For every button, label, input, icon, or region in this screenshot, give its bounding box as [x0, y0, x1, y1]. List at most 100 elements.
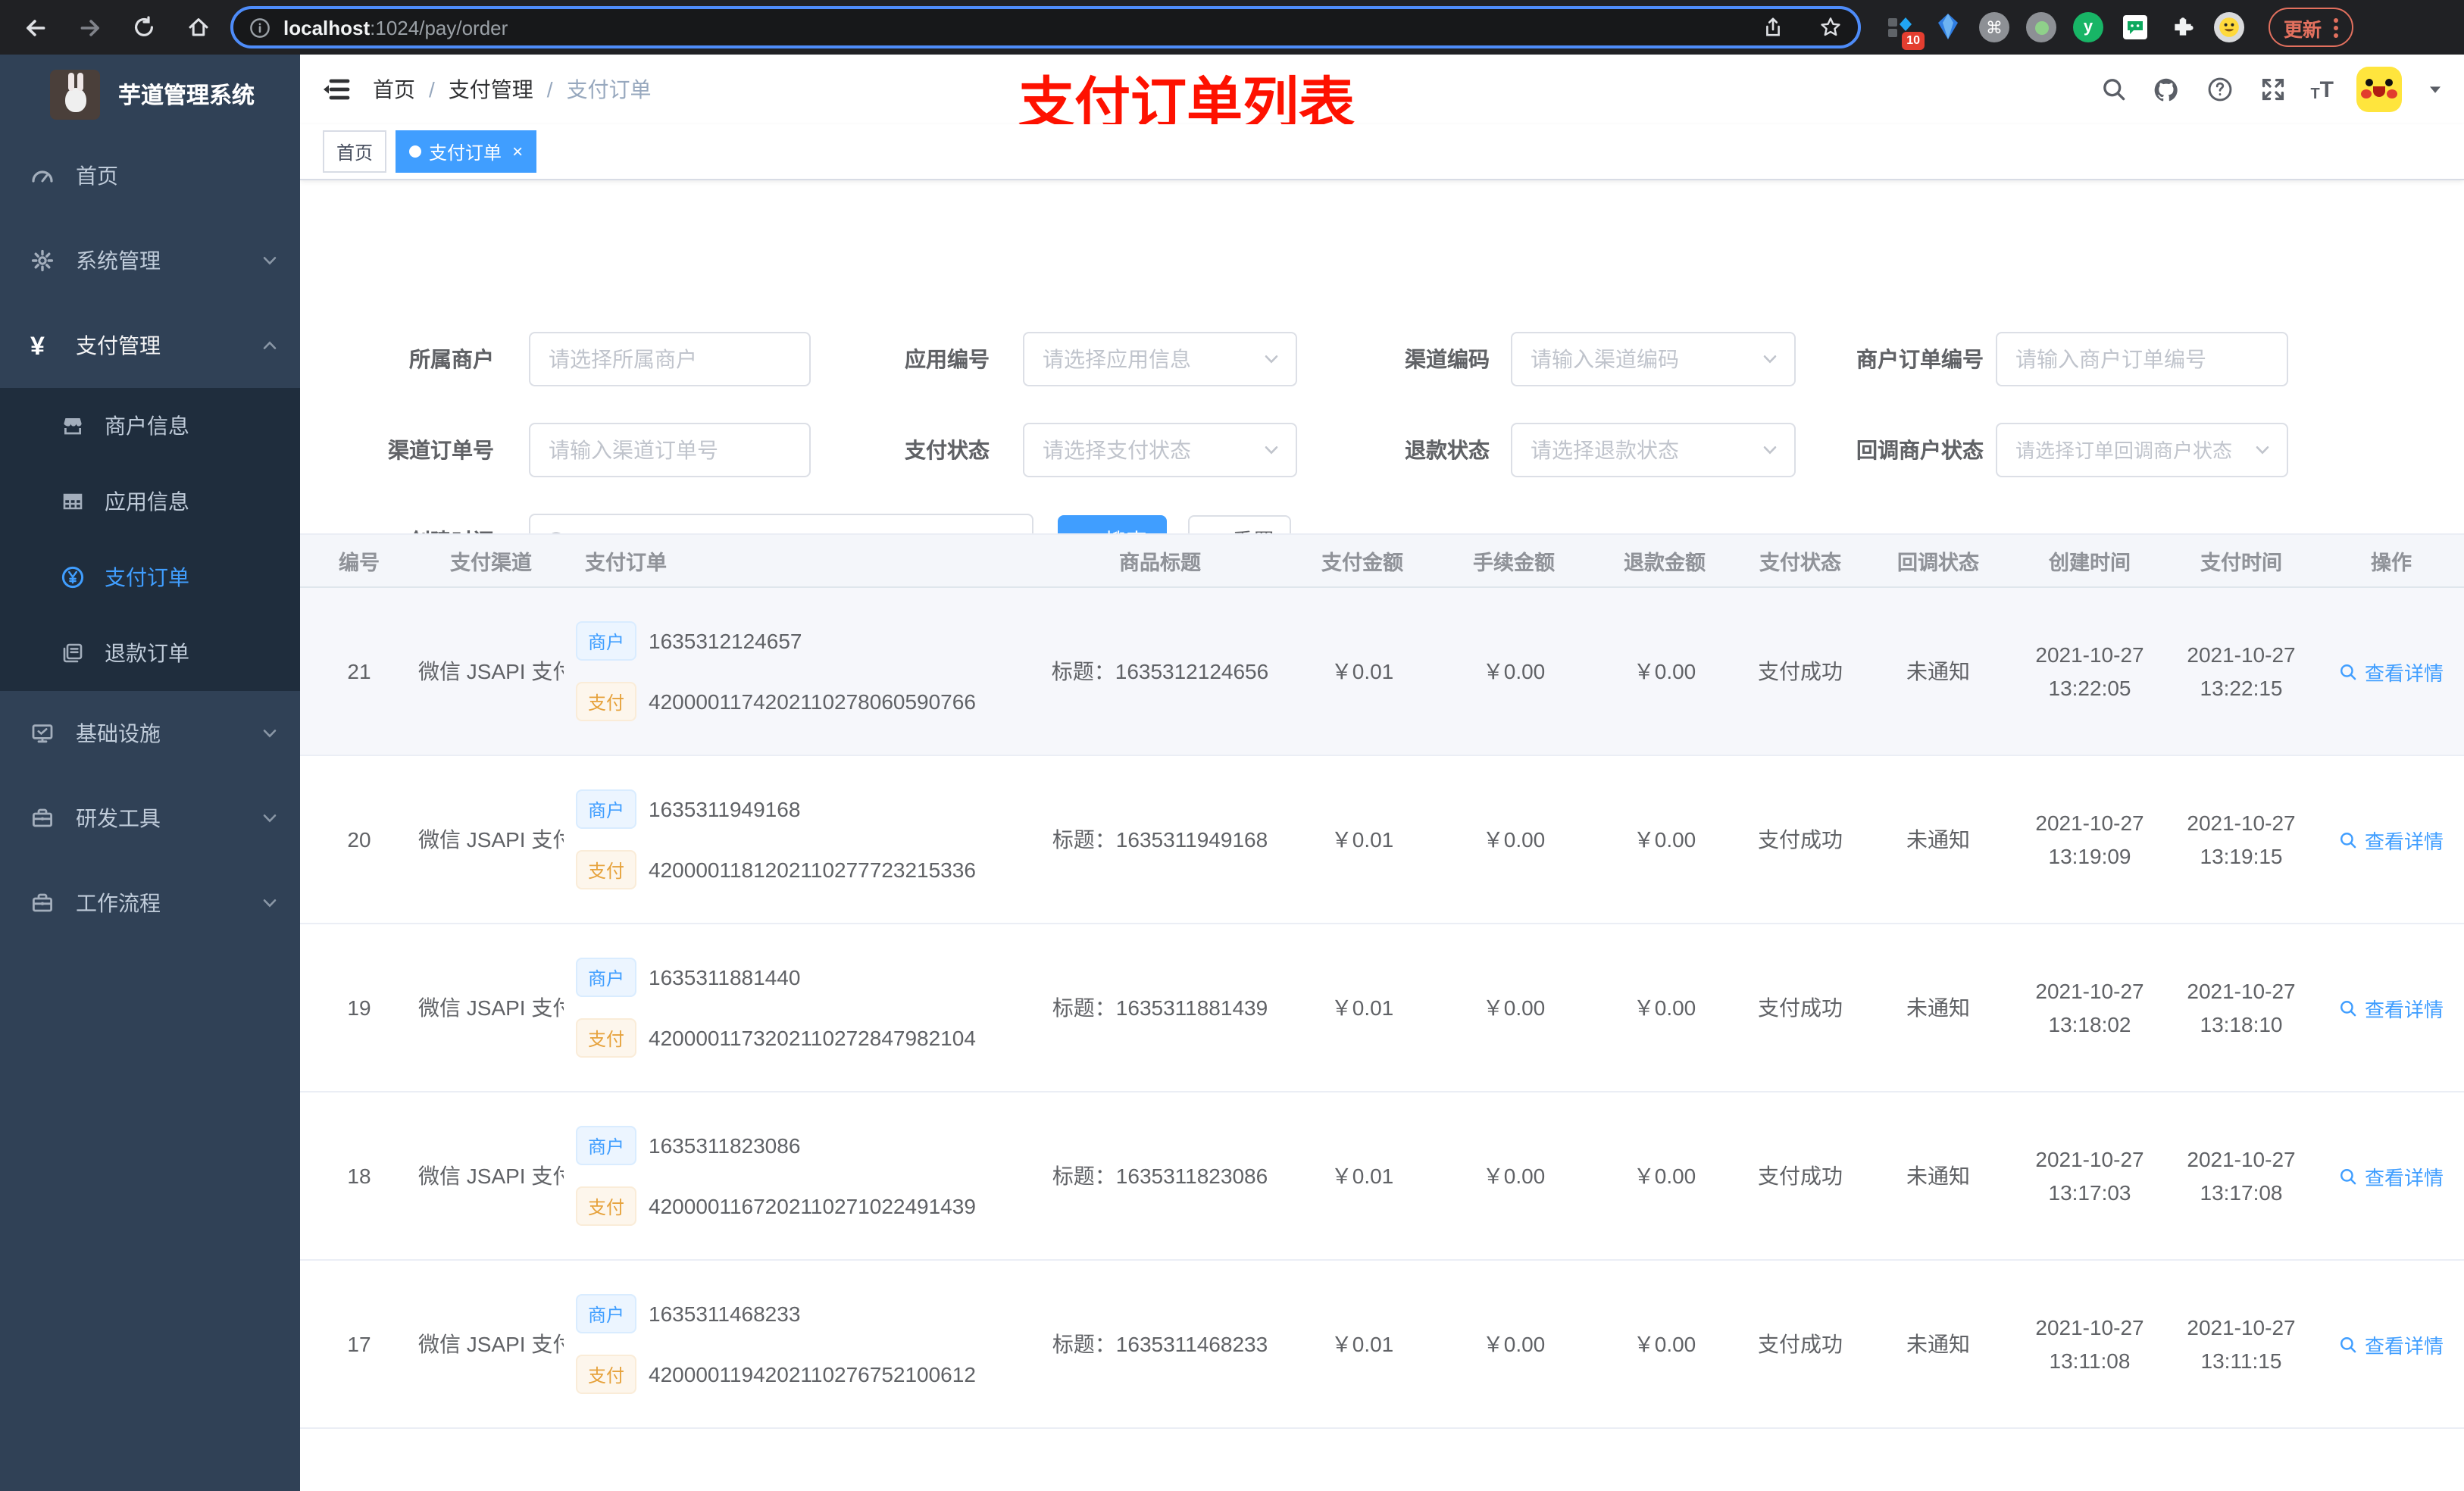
pay-status-select[interactable]: [1023, 423, 1297, 477]
bookmark-star-icon[interactable]: [1818, 15, 1843, 39]
header-search-icon[interactable]: [2098, 74, 2128, 105]
refund-status-input[interactable]: [1527, 436, 1761, 464]
tab-pay-order[interactable]: 支付订单 ×: [396, 130, 537, 173]
sidebar-item-payment[interactable]: ¥ 支付管理: [0, 303, 300, 388]
cell-title: 标题：1635311949168: [1052, 827, 1268, 852]
extension-y-icon[interactable]: y: [2073, 12, 2103, 42]
table-row[interactable]: 商户 1635311251726 支付: [300, 1429, 2464, 1491]
sidebar-item-home[interactable]: 首页: [0, 133, 300, 218]
breadcrumb-payment[interactable]: 支付管理: [449, 74, 533, 105]
extension-chat-icon[interactable]: [2120, 12, 2150, 42]
cell-notify-status: 未通知: [1906, 659, 1970, 683]
merchant-order-no: 1635311468233: [649, 1302, 801, 1326]
cell-actions: 查看详情: [2319, 657, 2464, 686]
extension-dot-icon[interactable]: [2026, 12, 2056, 42]
app-input[interactable]: [1040, 345, 1262, 373]
pay-order-line: 支付 4200001173202110272847982104: [576, 1018, 1033, 1058]
browser-menu-kebab-icon[interactable]: [2334, 17, 2339, 37]
breadcrumb-current: 支付订单: [566, 77, 652, 102]
logo-rabbit-avatar: [50, 69, 100, 119]
chevron-down-icon: [1262, 441, 1280, 459]
sidebar-item-app-info[interactable]: 应用信息: [0, 464, 300, 539]
merchant-order-line: 商户 1635311881440: [576, 958, 1033, 997]
extension-emoji-icon[interactable]: [2214, 12, 2244, 42]
channel-order-no-input[interactable]: [546, 436, 794, 464]
avatar-caret-icon[interactable]: [2428, 82, 2443, 97]
col-paid: 支付时间: [2200, 552, 2282, 574]
help-icon[interactable]: [2204, 74, 2234, 105]
gear-icon: [30, 248, 55, 273]
share-icon[interactable]: [1761, 15, 1785, 39]
channel-order-no-field[interactable]: [529, 423, 811, 477]
cell-fee: ￥0.00: [1482, 1332, 1546, 1356]
screen: localhost:1024/pay/order 10 ⌘ y 更新 芋道管理系…: [0, 0, 2464, 1491]
table-row[interactable]: 19 微信 JSAPI 支付 商户 1635311881440 支付 42000…: [300, 924, 2464, 1092]
cell-pay-order: 商户 1635311881440 支付 42000011732021102728…: [564, 958, 1033, 1058]
view-detail-link[interactable]: 查看详情: [2339, 825, 2444, 854]
browser-forward-icon[interactable]: [67, 5, 112, 50]
extension-command-icon[interactable]: ⌘: [1979, 12, 2009, 42]
tab-home[interactable]: 首页: [323, 130, 387, 173]
extensions-puzzle-icon[interactable]: [2167, 12, 2197, 42]
fullscreen-icon[interactable]: [2257, 74, 2287, 105]
user-avatar[interactable]: [2356, 67, 2402, 112]
sidebar-item-system[interactable]: 系统管理: [0, 218, 300, 303]
sidebar-item-workflow[interactable]: 工作流程: [0, 861, 300, 946]
breadcrumb-home[interactable]: 首页: [373, 74, 415, 105]
pay-order-no: 4200001181202110277723215336: [649, 858, 976, 882]
table-row[interactable]: 18 微信 JSAPI 支付 商户 1635311823086 支付 42000…: [300, 1092, 2464, 1261]
browser-back-icon[interactable]: [12, 5, 58, 50]
view-detail-link[interactable]: 查看详情: [2339, 993, 2444, 1022]
sidebar-item-refund-order[interactable]: 退款订单: [0, 615, 300, 691]
browser-reload-icon[interactable]: [121, 5, 167, 50]
merchant-order-no-field[interactable]: [1996, 332, 2288, 386]
site-info-icon[interactable]: [249, 16, 271, 39]
cell-pay-status: 支付成功: [1758, 659, 1843, 683]
merchant-order-no-input[interactable]: [2012, 345, 2272, 373]
channel-code-select[interactable]: [1511, 332, 1796, 386]
cell-channel: 微信 JSAPI 支付: [418, 1164, 564, 1188]
payment-submenu: 商户信息 应用信息 支付订单 退款订单: [0, 388, 300, 691]
sidebar-item-infrastructure[interactable]: 基础设施: [0, 691, 300, 776]
channel-code-input[interactable]: [1527, 345, 1761, 373]
table-row[interactable]: 20 微信 JSAPI 支付 商户 1635311949168 支付 42000…: [300, 756, 2464, 924]
sidebar-item-pay-order[interactable]: 支付订单: [0, 539, 300, 615]
main-content: 首页 / 支付管理 / 支付订单 支付订单列表 TT 首页 支付订单 × 所属商…: [300, 55, 2464, 1491]
chevron-down-icon: [2253, 441, 2272, 459]
merchant-input[interactable]: [546, 345, 794, 373]
cell-channel: 微信 JSAPI 支付: [418, 827, 564, 852]
sidebar-item-dev-tools[interactable]: 研发工具: [0, 776, 300, 861]
view-detail-link[interactable]: 查看详情: [2339, 657, 2444, 686]
cell-fee: ￥0.00: [1482, 659, 1546, 683]
refund-status-select[interactable]: [1511, 423, 1796, 477]
update-button[interactable]: 更新: [2269, 8, 2354, 47]
browser-chrome: localhost:1024/pay/order 10 ⌘ y 更新: [0, 0, 2464, 55]
app-logo[interactable]: 芋道管理系统: [0, 55, 300, 133]
store-icon: [61, 414, 85, 438]
breadcrumb: 首页 / 支付管理 / 支付订单: [373, 74, 652, 105]
monitor-icon: [30, 721, 55, 746]
cell-pay-status: 支付成功: [1758, 996, 1843, 1020]
font-size-icon[interactable]: TT: [2310, 77, 2334, 102]
cell-channel: 微信 JSAPI 支付: [418, 659, 564, 683]
cell-actions: 查看详情: [2319, 825, 2464, 854]
cell-paid: 2021-10-27 13:17:08: [2187, 1147, 2296, 1205]
sidebar-toggle-icon[interactable]: [321, 74, 352, 105]
close-tab-icon[interactable]: ×: [512, 142, 523, 161]
view-detail-link[interactable]: 查看详情: [2339, 1161, 2444, 1190]
filter-label-merchant: 所属商户: [409, 347, 494, 371]
table-row[interactable]: 21 微信 JSAPI 支付 商户 1635312124657 支付 42000…: [300, 588, 2464, 756]
notify-status-input[interactable]: [2012, 437, 2253, 463]
notify-status-select[interactable]: [1996, 423, 2288, 477]
table-row[interactable]: 17 微信 JSAPI 支付 商户 1635311468233 支付 42000…: [300, 1261, 2464, 1429]
browser-home-icon[interactable]: [176, 5, 221, 50]
url-bar[interactable]: localhost:1024/pay/order: [230, 6, 1861, 48]
view-detail-link[interactable]: 查看详情: [2339, 1330, 2444, 1358]
github-icon[interactable]: [2151, 74, 2181, 105]
pay-status-input[interactable]: [1040, 436, 1262, 464]
extension-blocks-icon[interactable]: 10: [1885, 12, 1925, 50]
sidebar-item-merchant-info[interactable]: 商户信息: [0, 388, 300, 464]
merchant-select[interactable]: [529, 332, 811, 386]
extension-gem-icon[interactable]: [1932, 12, 1962, 42]
app-select[interactable]: [1023, 332, 1297, 386]
